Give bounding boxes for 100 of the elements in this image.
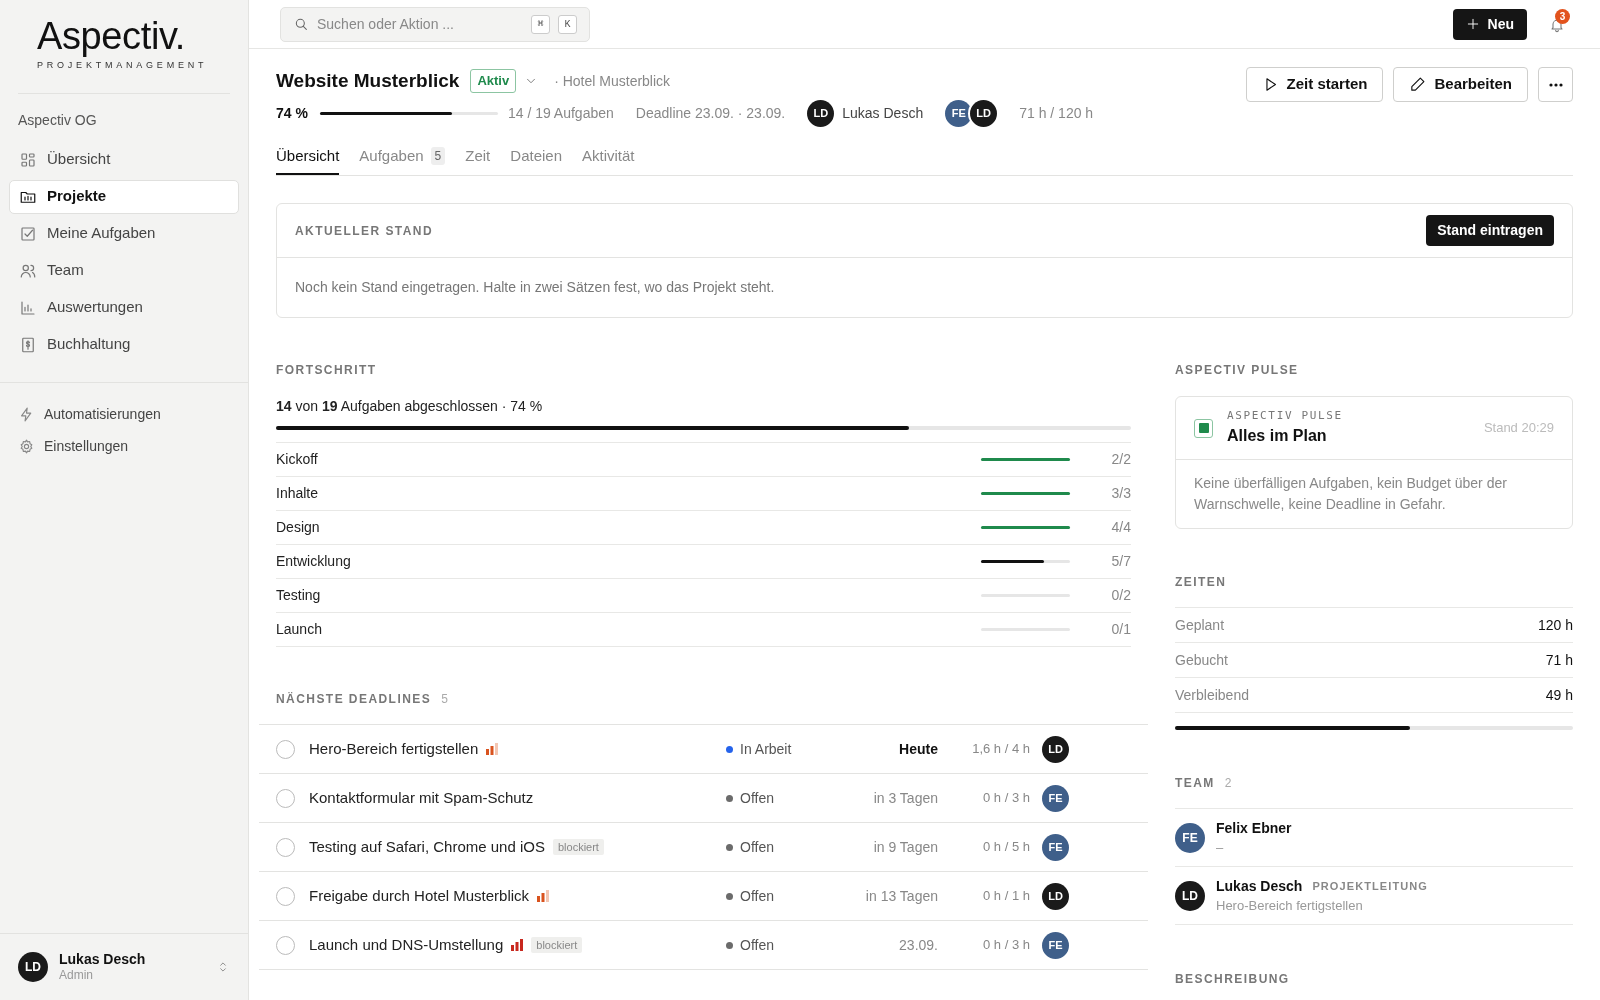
search-field[interactable]: Suchen oder Aktion ... [317,13,523,35]
task-title: Kontaktformular mit Spam-Schutz [309,787,534,808]
grid-icon [19,150,37,169]
phase-count: 4/4 [1110,518,1131,537]
phase-name: Kickoff [276,450,319,469]
shortcut-key: ⌘ [531,14,550,34]
phase-count: 0/1 [1110,620,1131,639]
add-status-button[interactable]: Stand eintragen [1426,215,1554,246]
count: 2 [1224,775,1232,792]
due-date: Heute [898,739,938,759]
member-name: Felix Ebner [1216,818,1292,838]
more-button[interactable] [1538,67,1573,102]
tab[interactable]: Zeit [465,139,491,175]
avatar: LD [1042,882,1069,910]
task-status: In Arbeit [740,739,792,759]
user-menu[interactable]: LD Lukas Desch Admin [0,933,248,1000]
hours: 71 h / 120 h [1019,103,1094,123]
phase-name: Inhalte [276,484,320,503]
blocked-tag: blockiert [552,838,604,856]
pulse-text: Keine überfälligen Aufgaben, kein Budget über der Warnschwelle, keine Deadline in Gefahr. [1193,474,1508,514]
nav-item[interactable]: Auswertungen [9,290,239,325]
time-spent: 0 h / 5 h [982,838,1030,857]
nav-item[interactable]: Team [9,253,239,288]
member-task: – [1216,838,1225,857]
task-row[interactable]: Testing auf Safari, Chrome und iOS blockiert Offen in 9 Tagen 0 h / 5 h FE [259,823,1148,872]
blocked-tag: blockiert [531,936,583,954]
phase-count: 5/7 [1110,552,1131,571]
time-label: Verbleibend [1175,685,1249,705]
plus-icon [1465,17,1480,31]
tab[interactable]: Aufgaben 5 [359,139,446,175]
search-icon [293,16,309,32]
time-spent: 0 h / 3 h [982,936,1030,955]
logo: Aspectiv. [37,16,186,56]
pulse-title: Alles im Plan [1227,426,1328,447]
progress-percent: 74 % [276,103,308,123]
phase-count: 2/2 [1110,450,1131,469]
task-row[interactable]: Freigabe durch Hotel Musterblick Offen in 13 Tagen 0 h / 1 h LD [259,872,1148,921]
task-title: Testing auf Safari, Chrome und iOS [309,836,545,857]
due-date: in 9 Tagen [872,837,938,857]
new-button[interactable]: Neu [1452,8,1527,40]
receipt-icon [19,335,37,354]
time-label: Geplant [1175,615,1225,635]
deadline: Deadline 23.09. · 23.09. [635,103,786,123]
action-button[interactable]: Bearbeiten [1393,67,1528,102]
nav-item[interactable]: Einstellungen [9,432,239,461]
section-heading: NÄCHSTE DEADLINES [276,691,432,708]
progress-summary: 14 von 19 Aufgaben abgeschlossen · 74 % [276,397,544,416]
count: 5 [441,691,448,708]
task-count: 14 / 19 Aufgaben [507,103,614,123]
tab[interactable]: Aktivität [582,139,635,175]
tab[interactable]: Übersicht [276,139,340,175]
phase-name: Testing [276,586,322,605]
nav-item[interactable]: Automatisierungen [9,400,239,429]
task-row[interactable]: Launch und DNS-Umstellung blockiert Offen 23.09. 0 h / 3 h FE [259,921,1148,970]
task-title: Launch und DNS-Umstellung [309,934,504,955]
search-bar[interactable]: Suchen oder Aktion ... ⌘ K [280,6,590,42]
due-date: 23.09. [898,935,938,955]
user-name: Lukas Desch [59,950,147,969]
section-heading: TEAM [1175,775,1215,792]
phase-name: Design [276,518,321,537]
section-heading: ASPECTIV PULSE [1175,362,1300,379]
more-icon [1548,82,1563,87]
status-badge[interactable]: Aktiv [470,69,517,93]
pulse-time: Stand 20:29 [1483,419,1554,438]
avatar: LD [18,952,48,982]
nav-item[interactable]: Meine Aufgaben [9,216,239,251]
nav-item[interactable]: Projekte [9,179,239,214]
time-spent: 0 h / 3 h [982,789,1030,808]
project-lead-name: Lukas Desch [842,103,924,123]
nav-item[interactable]: Buchhaltung [9,327,239,362]
pencil-icon [1409,76,1427,93]
action-button[interactable]: Zeit starten [1245,67,1384,102]
logo-tagline: PROJEKTMANAGEMENT [37,59,209,72]
status-indicator [1194,418,1213,438]
task-status: Offen [740,788,774,808]
task-title: Freigabe durch Hotel Musterblick [309,885,530,906]
avatar: LD [807,99,835,127]
time-value: 120 h [1537,615,1573,635]
time-spent: 1,6 h / 4 h [971,740,1030,759]
pulse-label: ASPECTIV PULSE [1227,407,1344,424]
client-name: · Hotel Musterblick [554,71,671,91]
user-role: Admin [59,968,94,984]
phase-count: 0/2 [1110,586,1131,605]
count-badge: 5 [430,147,446,165]
shortcut-key: K [558,14,577,34]
task-row[interactable]: Hero-Bereich fertigstellen In Arbeit Heute 1,6 h / 4 h LD [259,725,1148,774]
task-status: Offen [740,886,774,906]
section-heading: BESCHREIBUNG [1175,971,1291,988]
task-title: Hero-Bereich fertigstellen [309,738,479,759]
task-status: Offen [740,837,774,857]
checkbox-icon [19,224,37,243]
due-date: in 3 Tagen [872,788,938,808]
time-spent: 0 h / 1 h [982,887,1030,906]
nav-item[interactable]: Übersicht [9,142,239,177]
avatar: LD [1175,880,1205,911]
task-row[interactable]: Kontaktformular mit Spam-Schutz Offen in 3 Tagen 0 h / 3 h FE [259,774,1148,823]
section-heading: FORTSCHRITT [276,362,378,379]
avatar: FE [1175,822,1205,853]
tab[interactable]: Dateien [510,139,562,175]
task-status: Offen [740,935,774,955]
